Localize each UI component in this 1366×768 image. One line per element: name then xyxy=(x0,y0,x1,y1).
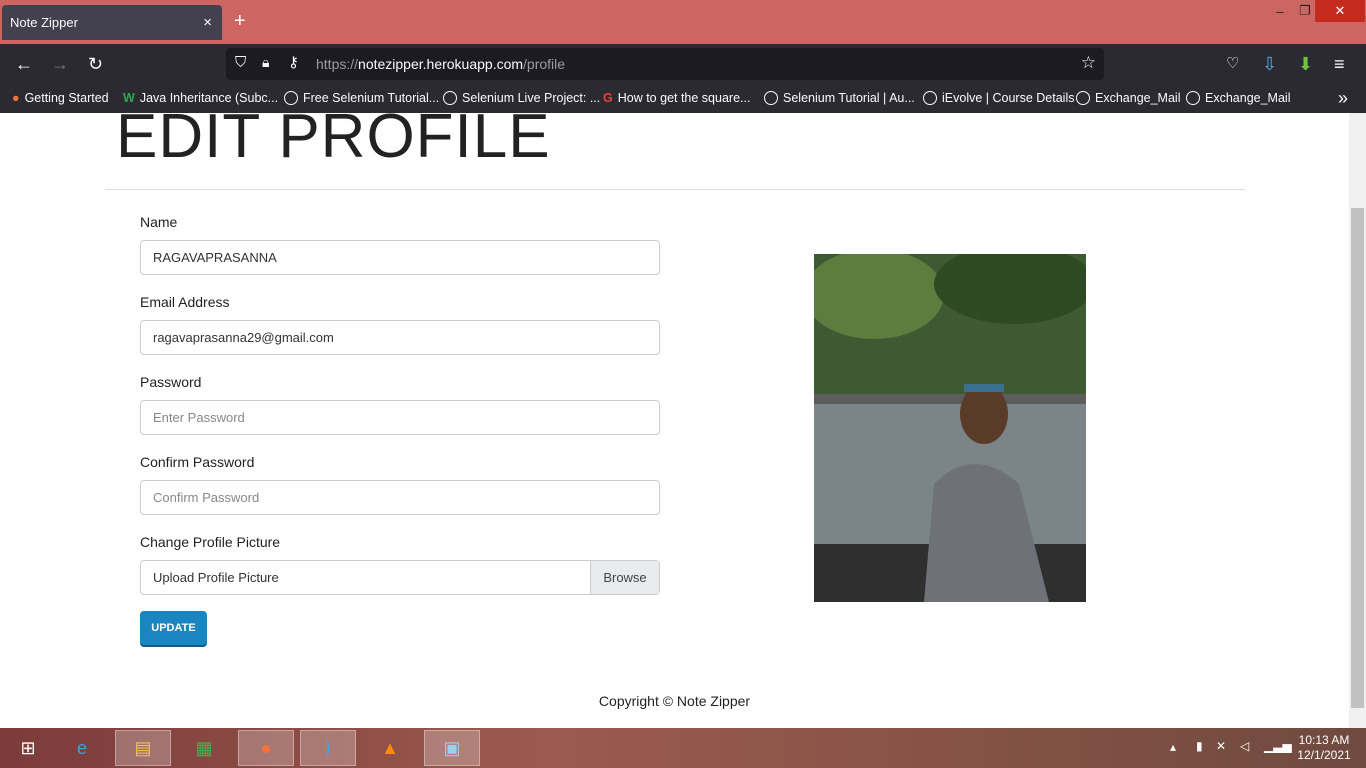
password-label: Password xyxy=(140,374,202,390)
clock[interactable]: 10:13 AM 12/1/2021 xyxy=(1294,733,1354,763)
start-icon[interactable]: ⊞ xyxy=(0,730,56,766)
clock-date: 12/1/2021 xyxy=(1297,748,1351,762)
tab-title: Note Zipper xyxy=(10,15,78,30)
pocket-icon[interactable]: ♡ xyxy=(1226,54,1239,72)
title-divider xyxy=(105,189,1245,190)
vscode-icon[interactable]: ⟩ xyxy=(300,730,356,766)
browser-titlebar: Note Zipper × + – ❐ ✕ xyxy=(0,0,1366,44)
password-input[interactable]: Enter Password xyxy=(140,400,660,435)
download-icon[interactable]: ⇩ xyxy=(1262,54,1277,75)
bookmark-star-icon[interactable]: ☆ xyxy=(1081,53,1096,73)
page-content: EDIT PROFILE Name RAGAVAPRASANNA Email A… xyxy=(0,113,1349,728)
upload-placeholder: Upload Profile Picture xyxy=(153,570,279,585)
bookmark-item[interactable]: W Java Inheritance (Subc... xyxy=(123,91,278,105)
back-icon[interactable]: ← xyxy=(15,54,33,75)
bookmark-item[interactable]: Selenium Tutorial | Au... xyxy=(764,91,915,105)
bookmarks-bar: ● Getting Started W Java Inheritance (Subc… xyxy=(0,86,1366,113)
bookmarks-overflow-icon[interactable]: » xyxy=(1338,88,1348,109)
browser-tab[interactable]: Note Zipper × xyxy=(2,5,222,40)
email-label: Email Address xyxy=(140,294,230,310)
bookmark-item[interactable]: Selenium Live Project: ... xyxy=(443,91,600,105)
page-title: EDIT PROFILE xyxy=(116,113,551,171)
globe-icon xyxy=(443,91,457,105)
clock-time: 10:13 AM xyxy=(1298,733,1350,747)
show-hidden-icons-icon[interactable]: ▴ xyxy=(1170,740,1176,755)
menu-icon[interactable]: ≡ xyxy=(1334,54,1345,75)
signal-icon[interactable]: ▁▃▅ xyxy=(1264,739,1292,754)
close-window-button[interactable]: ✕ xyxy=(1315,0,1365,22)
tab-close-icon[interactable]: × xyxy=(203,14,212,31)
name-label: Name xyxy=(140,214,178,230)
email-input[interactable]: ragavaprasanna29@gmail.com xyxy=(140,320,660,355)
bookmark-item[interactable]: Exchange_Mail xyxy=(1076,91,1180,105)
footer-copyright: Copyright © Note Zipper xyxy=(598,693,751,709)
w3-icon: W xyxy=(123,91,135,105)
network-disconnected-icon[interactable]: ✕ xyxy=(1216,739,1226,754)
vlc-icon[interactable]: ▲ xyxy=(362,730,418,766)
confirm-password-input[interactable]: Confirm Password xyxy=(140,480,660,515)
scrollbar-thumb[interactable] xyxy=(1351,208,1364,708)
bookmark-item[interactable]: Exchange_Mail xyxy=(1186,91,1290,105)
bookmark-item[interactable]: G How to get the square... xyxy=(603,91,750,105)
google-icon: G xyxy=(603,91,613,105)
url-bar[interactable]: ⛉ 🔒︎ ⚷ https://notezipper.herokuapp.com/… xyxy=(226,48,1104,80)
bookmark-item[interactable]: Free Selenium Tutorial... xyxy=(284,91,439,105)
url-text[interactable]: https://notezipper.herokuapp.com/profile xyxy=(316,56,565,72)
extension-download-icon[interactable]: ⬇ xyxy=(1298,54,1313,75)
globe-icon xyxy=(923,91,937,105)
firefox-icon: ● xyxy=(12,91,20,105)
update-button[interactable]: UPDATE xyxy=(140,611,207,645)
confirm-password-label: Confirm Password xyxy=(140,454,255,470)
browse-button[interactable]: Browse xyxy=(590,561,659,594)
browser-navbar: ← → ↻ ⛉ 🔒︎ ⚷ https://notezipper.herokuap… xyxy=(0,44,1366,86)
page-scrollbar[interactable] xyxy=(1349,113,1366,728)
shield-icon[interactable]: ⛉ xyxy=(235,54,246,71)
volume-icon[interactable]: ◁ xyxy=(1240,739,1249,754)
profile-picture-image xyxy=(804,244,1094,602)
globe-icon xyxy=(1186,91,1200,105)
photos-icon[interactable]: ▣ xyxy=(424,730,480,766)
globe-icon xyxy=(284,91,298,105)
forward-icon[interactable]: → xyxy=(51,54,69,75)
profile-photo-illustration xyxy=(804,244,1094,602)
battery-icon[interactable]: ▮ xyxy=(1196,739,1203,754)
name-input[interactable]: RAGAVAPRASANNA xyxy=(140,240,660,275)
globe-icon xyxy=(1076,91,1090,105)
internet-explorer-icon[interactable]: e xyxy=(54,730,110,766)
windows-taskbar: ⊞ e ▤ ▦ ● ⟩ ▲ ▣ ▴ ▮ ✕ ◁ ▁▃▅ 10:13 AM 12/… xyxy=(0,728,1366,768)
file-explorer-icon[interactable]: ▤ xyxy=(115,730,171,766)
firefox-taskbar-icon[interactable]: ● xyxy=(238,730,294,766)
reload-icon[interactable]: ↻ xyxy=(88,54,103,75)
key-icon[interactable]: ⚷ xyxy=(288,53,299,71)
profile-picture-upload[interactable]: Upload Profile Picture Browse xyxy=(140,560,660,595)
bookmark-item[interactable]: ● Getting Started xyxy=(12,91,109,105)
lock-icon[interactable]: 🔒︎ xyxy=(262,54,269,71)
bookmark-item[interactable]: iEvolve | Course Details xyxy=(923,91,1074,105)
profile-picture-label: Change Profile Picture xyxy=(140,534,281,550)
globe-icon xyxy=(764,91,778,105)
new-tab-button[interactable]: + xyxy=(234,10,246,33)
store-icon[interactable]: ▦ xyxy=(176,730,232,766)
